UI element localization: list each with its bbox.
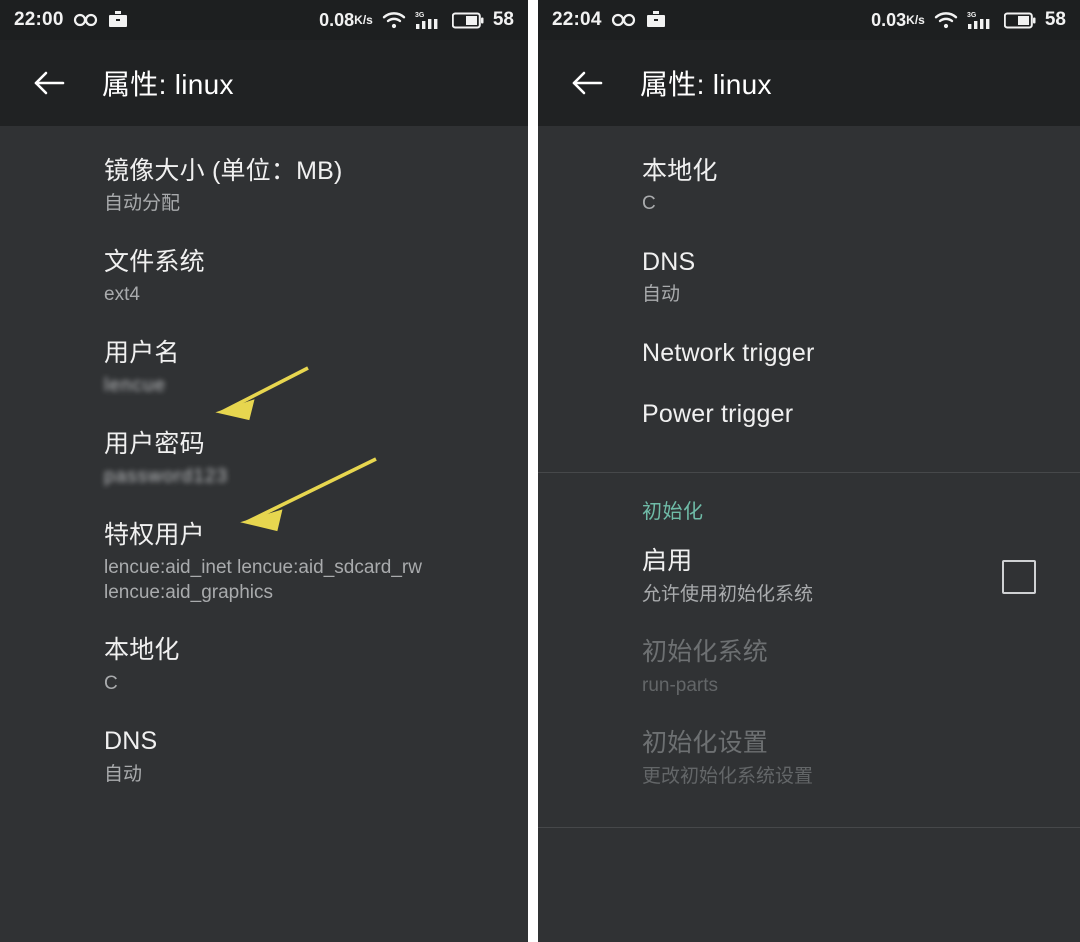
status-bar-right-group: 0.03K/s 3G 58 [871,9,1066,31]
briefcase-icon [646,11,666,29]
status-bar-right-group: 0.08K/s 3G 58 [319,9,514,31]
list-item-dns[interactable]: DNS 自动 [538,231,1080,322]
list-item-subtitle: C [642,193,656,215]
dual-screenshot-container: 22:00 0.08K/s 3G 58 属性: linux 镜像大小 (单位：M… [0,0,1080,942]
back-button[interactable] [26,60,72,106]
svg-text:3G: 3G [415,12,425,19]
back-button[interactable] [564,60,610,106]
list-item-subtitle: 允许使用初始化系统 [642,583,814,605]
battery-icon [1003,12,1036,29]
arrow-back-icon [34,71,65,95]
list-item-network-trigger[interactable]: Network trigger [538,322,1080,383]
list-item-subtitle: lencue:aid_inet lencue:aid_sdcard_rw len… [104,557,422,603]
list-item-subtitle-redacted: password123 [104,466,229,488]
battery-percent: 58 [492,9,514,30]
list-item-init-settings: 初始化设置 更改初始化系统设置 [538,712,1080,815]
list-item-title: DNS [104,727,158,756]
list-item-subtitle: 自动分配 [104,193,181,215]
network-speed: 0.08K/s [319,9,373,30]
list-item-title: 用户名 [104,338,180,367]
list-item-subtitle: ext4 [104,284,140,306]
right-screen: 22:04 0.03K/s 3G 58 属性: linux 本地化 C DNS … [538,0,1080,942]
list-item-localization[interactable]: 本地化 C [0,619,528,710]
wifi-icon [934,11,958,29]
section-header-init: 初始化 [642,501,704,524]
settings-list-right: 本地化 C DNS 自动 Network trigger Power trigg… [538,126,1080,829]
briefcase-icon [108,11,128,29]
page-title: 属性: linux [102,69,234,100]
list-item-subtitle: C [104,672,118,694]
list-item-title: 本地化 [104,636,180,665]
battery-icon [451,12,484,29]
list-item-title: Network trigger [642,338,815,367]
list-item-power-trigger[interactable]: Power trigger [538,383,1080,460]
list-item-texts: 启用 允许使用初始化系统 [642,546,1002,607]
status-bar-left-group: 22:04 [552,9,666,31]
list-item-password[interactable]: 用户密码 password123 [0,413,528,504]
list-item-image-size[interactable]: 镜像大小 (单位：MB) 自动分配 [0,140,528,231]
signal-3g-icon: 3G [415,10,443,30]
status-time: 22:04 [552,9,602,30]
network-speed: 0.03K/s [871,9,925,30]
list-item-title: 镜像大小 (单位：MB) [104,157,343,185]
svg-text:3G: 3G [967,12,977,19]
toolbar-left: 属性: linux [0,40,528,126]
list-item-subtitle-redacted: lencue [104,375,166,397]
infinity-icon [73,12,99,28]
list-item-subtitle: 自动 [104,763,143,785]
list-item-title: 初始化系统 [642,638,769,667]
list-item-filesystem[interactable]: 文件系统 ext4 [0,231,528,322]
infinity-icon [611,12,637,28]
left-screen: 22:00 0.08K/s 3G 58 属性: linux 镜像大小 (单位：M… [0,0,528,942]
list-item-title: 特权用户 [104,520,205,549]
list-item-dns[interactable]: DNS 自动 [0,710,528,801]
arrow-back-icon [572,71,603,95]
status-bar-left: 22:00 0.08K/s 3G 58 [0,0,528,40]
bottom-divider [538,827,1080,829]
status-bar-right: 22:04 0.03K/s 3G 58 [538,0,1080,40]
list-item-title: 用户密码 [104,429,205,458]
signal-3g-icon: 3G [967,10,995,30]
list-item-subtitle: 自动 [642,284,681,306]
list-item-title: 文件系统 [104,247,205,276]
wifi-icon [382,11,406,29]
settings-list-left: 镜像大小 (单位：MB) 自动分配 文件系统 ext4 用户名 lencue 用… [0,126,528,801]
status-time: 22:00 [14,9,64,30]
list-item-subtitle: 更改初始化系统设置 [642,765,814,787]
page-title: 属性: linux [640,69,772,100]
list-item-subtitle: run-parts [642,674,719,696]
list-item-title: Power trigger [642,400,794,429]
battery-percent: 58 [1044,9,1066,30]
toolbar-right: 属性: linux [538,40,1080,126]
list-item-localization[interactable]: 本地化 C [538,140,1080,231]
list-item-title: 本地化 [642,157,718,185]
list-item-privileged-users[interactable]: 特权用户 lencue:aid_inet lencue:aid_sdcard_r… [0,504,528,620]
list-item-init-system: 初始化系统 run-parts [538,621,1080,712]
enable-init-checkbox[interactable] [1002,560,1036,595]
list-item-title: 启用 [642,547,693,576]
panel-separator [528,0,538,942]
list-item-title: DNS [642,247,696,276]
list-item-username[interactable]: 用户名 lencue [0,322,528,413]
list-item-enable-init[interactable]: 启用 允许使用初始化系统 [538,530,1080,621]
status-bar-left-group: 22:00 [14,9,128,31]
list-item-title: 初始化设置 [642,729,769,758]
